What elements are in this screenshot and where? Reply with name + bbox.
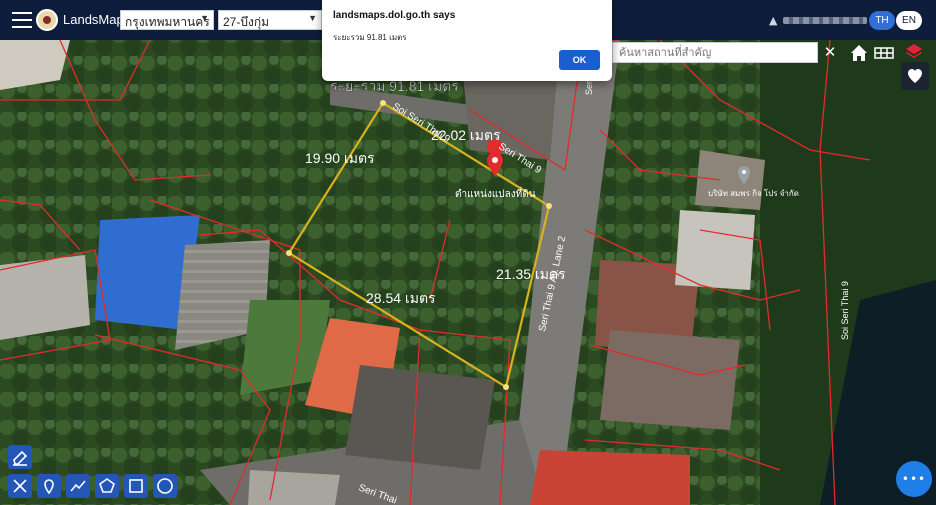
polyline-icon (70, 480, 86, 492)
vertex-north[interactable] (380, 100, 386, 106)
polygon-icon (99, 478, 115, 493)
place-label: บริษัท สมพร กิจ โปร จำกัด (708, 188, 799, 198)
location-pin-icon (44, 479, 54, 495)
heart-icon (908, 69, 922, 83)
more-dots-icon: ••• (901, 472, 927, 486)
vertex-east[interactable] (546, 203, 552, 209)
layers-icon[interactable] (902, 40, 926, 64)
rectangle-icon (129, 479, 143, 493)
building-right-3 (675, 210, 755, 290)
more-actions-button[interactable]: ••• (896, 461, 932, 497)
polygon-button[interactable] (95, 474, 119, 498)
lang-th-button[interactable]: TH (869, 11, 895, 30)
eraser-icon (13, 450, 28, 466)
building-right-4 (695, 150, 765, 210)
home-icon[interactable] (847, 41, 871, 65)
district-value: 27-บึงกุ่ม (223, 15, 269, 29)
dialog-message: ระยะรวม 91.81 เมตร (333, 33, 407, 42)
province-select[interactable]: กรุงเทพมหานคร ▼ (120, 10, 214, 30)
dialog-ok-button[interactable]: OK (559, 50, 600, 70)
vertex-south[interactable] (503, 384, 509, 390)
building-right-red (530, 450, 690, 505)
circle-button[interactable] (153, 474, 177, 498)
location-pin-button[interactable] (37, 474, 61, 498)
user-account[interactable]: ▲ (769, 13, 867, 27)
dialog-title: landsmaps.dol.go.th says (333, 10, 456, 21)
road-label-4: Soi Seri Thai 9 (840, 281, 850, 340)
district-select[interactable]: 27-บึงกุ่ม ▼ (218, 10, 322, 30)
user-name-redacted (783, 16, 867, 24)
menu-icon[interactable] (12, 12, 32, 28)
measure-label-1: 19.90 เมตร (305, 150, 375, 166)
user-icon: ▲ (769, 13, 778, 27)
vertex-west[interactable] (286, 250, 292, 256)
favorite-button[interactable] (901, 62, 929, 90)
measure-label-4: 28.54 เมตร (366, 290, 436, 306)
dol-logo-icon (36, 9, 58, 31)
grid-icon[interactable] (872, 41, 896, 65)
province-value: กรุงเทพมหานคร (125, 15, 210, 29)
measure-tools-button[interactable] (8, 474, 32, 498)
building-bottom-grey (248, 470, 340, 505)
chevron-down-icon: ▼ (308, 13, 317, 23)
place-search-input[interactable] (612, 42, 818, 63)
chevron-down-icon: ▼ (200, 13, 209, 23)
eraser-button[interactable] (8, 445, 32, 469)
lang-en-button[interactable]: EN (896, 11, 922, 30)
drawing-toolbar (4, 441, 177, 503)
polyline-button[interactable] (66, 474, 90, 498)
parcel-label: ตำแหน่งแปลงที่ดิน (455, 186, 536, 200)
measure-tools-icon (13, 479, 27, 493)
search-clear-button[interactable]: ✕ (820, 42, 840, 63)
circle-icon (157, 478, 173, 494)
building-dark-roof (345, 365, 495, 470)
building-right-2 (600, 330, 740, 430)
rectangle-button[interactable] (124, 474, 148, 498)
alert-dialog: landsmaps.dol.go.th says ระยะรวม 91.81 เ… (322, 0, 612, 81)
